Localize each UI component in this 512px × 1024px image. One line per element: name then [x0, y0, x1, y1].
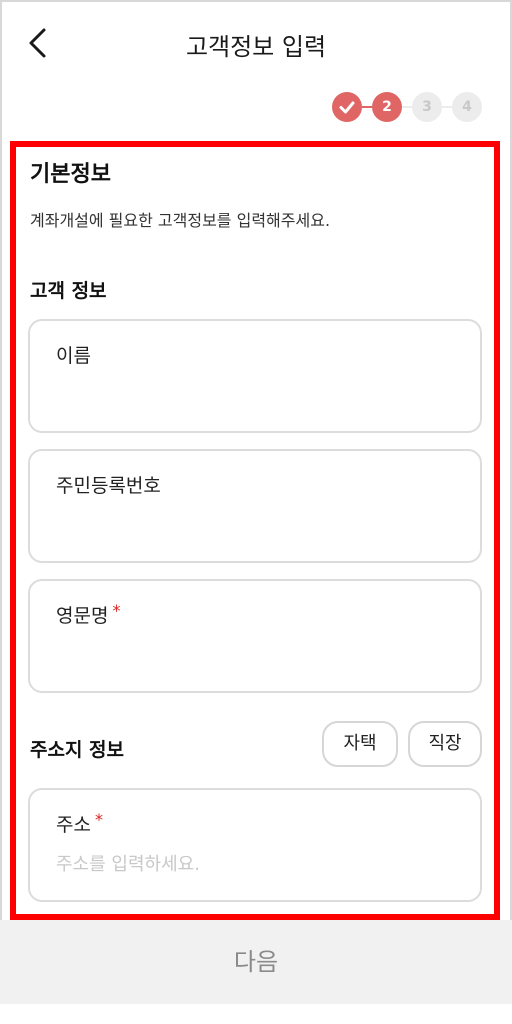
- next-button[interactable]: 다음: [0, 920, 512, 1004]
- step-connector: [402, 106, 412, 108]
- step-connector: [362, 106, 372, 108]
- bottom-bar: 다음: [0, 920, 512, 1004]
- check-icon: [339, 101, 355, 114]
- step-indicator: 2 3 4: [332, 92, 482, 124]
- step-1-completed: [332, 92, 362, 122]
- step-3: 3: [412, 92, 442, 122]
- header: 고객정보 입력: [0, 0, 512, 86]
- bottom-strip: [0, 1004, 512, 1024]
- highlight-box: [10, 141, 500, 920]
- page-title: 고객정보 입력: [185, 33, 327, 61]
- step-connector: [442, 106, 452, 108]
- step-4: 4: [452, 92, 482, 122]
- step-2: 2: [372, 92, 402, 122]
